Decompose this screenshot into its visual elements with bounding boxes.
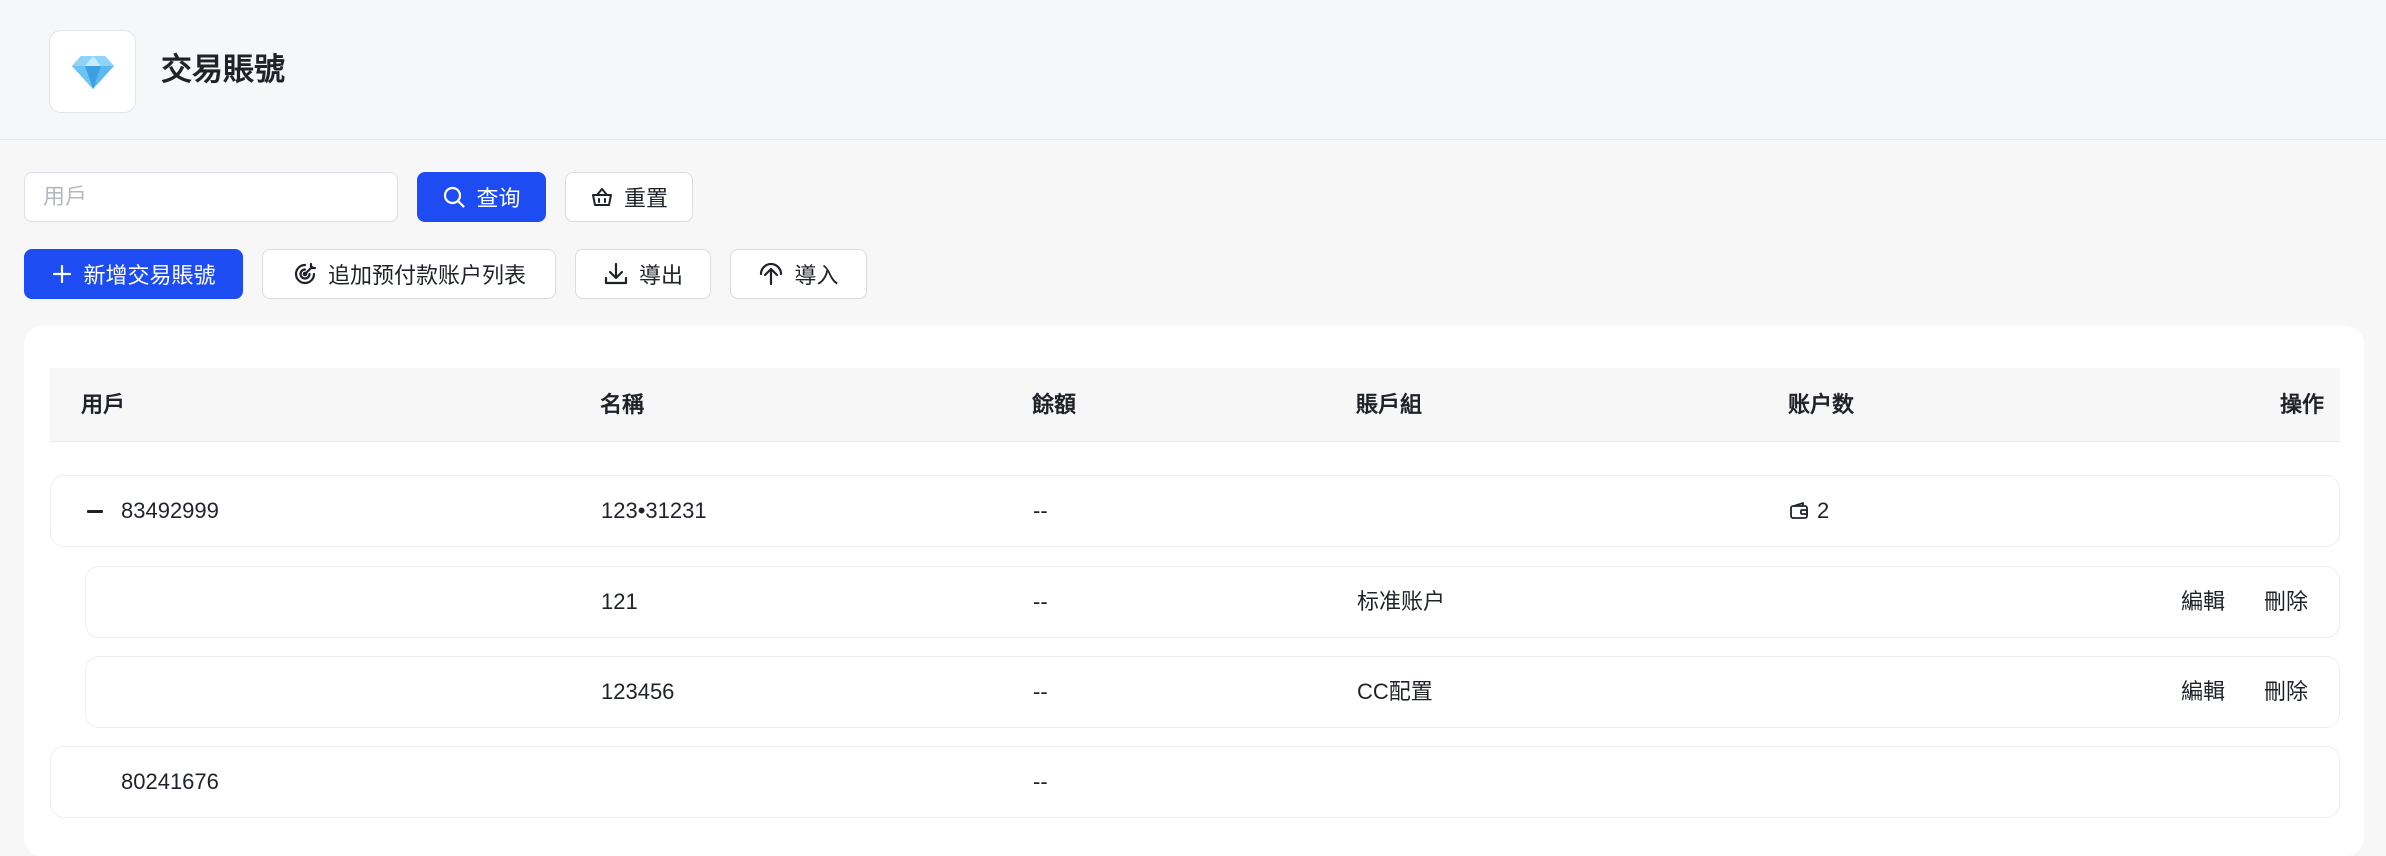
cell-user: 83492999: [121, 498, 219, 523]
reset-button-label: 重置: [623, 186, 668, 211]
table-header: 用戶 名稱 餘額 賬戶組 账户数 操作: [50, 368, 2340, 442]
edit-button[interactable]: 編輯: [2181, 657, 2225, 727]
column-header-account-count: 账户数: [1788, 392, 1855, 417]
cell-group: 标准账户: [1357, 589, 1446, 614]
reset-button[interactable]: 重置: [565, 172, 693, 222]
collapse-icon[interactable]: [87, 510, 103, 513]
column-header-group: 賬戶組: [1356, 392, 1423, 417]
wallet-icon: [1790, 502, 1808, 519]
append-prepaid-list-label: 追加预付款账户列表: [327, 263, 526, 288]
cell-name: 123456: [601, 679, 675, 704]
page-title: 交易賬號: [161, 52, 285, 87]
diamond-icon: [71, 55, 114, 89]
cell-balance: --: [1033, 679, 1048, 704]
target-icon: [294, 262, 317, 285]
cell-user: 80241676: [121, 769, 219, 794]
column-header-user: 用戶: [81, 392, 126, 417]
delete-button[interactable]: 刪除: [2264, 567, 2308, 637]
cell-account-count: 2: [1789, 476, 1829, 546]
upload-icon: [760, 262, 783, 286]
cell-balance: --: [1033, 589, 1048, 614]
cell-name: 123•31231: [601, 498, 707, 523]
table-row[interactable]: 83492999 123•31231 -- 2: [50, 475, 2340, 547]
edit-button[interactable]: 編輯: [2181, 567, 2225, 637]
plus-icon: [53, 264, 72, 284]
cell-balance: --: [1033, 498, 1048, 523]
cell-name: 121: [601, 589, 638, 614]
add-account-button-label: 新增交易賬號: [83, 263, 216, 288]
column-header-balance: 餘額: [1032, 392, 1077, 417]
user-search-input[interactable]: [24, 172, 398, 222]
import-button-label: 導入: [794, 263, 839, 288]
table-row[interactable]: 80241676 --: [50, 746, 2340, 818]
search-button[interactable]: 查询: [417, 172, 546, 222]
table-row[interactable]: 123456 -- CC配置 編輯 刪除: [85, 656, 2340, 728]
table-row[interactable]: 121 -- 标准账户 編輯 刪除: [85, 566, 2340, 638]
import-button[interactable]: 導入: [730, 249, 867, 299]
download-icon: [604, 262, 628, 285]
search-icon: [444, 186, 466, 208]
add-account-button[interactable]: 新增交易賬號: [24, 249, 243, 299]
column-header-name: 名稱: [600, 392, 645, 417]
logo: [49, 30, 136, 113]
export-button-label: 導出: [638, 263, 683, 288]
delete-button[interactable]: 刪除: [2264, 657, 2308, 727]
append-prepaid-list-button[interactable]: 追加预付款账户列表: [262, 249, 556, 299]
cell-group: CC配置: [1357, 679, 1433, 704]
page-header: 交易賬號: [0, 0, 2386, 140]
account-count-value: 2: [1817, 498, 1830, 523]
search-button-label: 查询: [476, 186, 521, 211]
export-button[interactable]: 導出: [575, 249, 711, 299]
basket-icon: [591, 188, 612, 206]
cell-balance: --: [1033, 769, 1048, 794]
accounts-table-card: 用戶 名稱 餘額 賬戶組 账户数 操作 83492999 123•31231 -…: [24, 326, 2364, 856]
column-header-actions: 操作: [2280, 392, 2325, 417]
